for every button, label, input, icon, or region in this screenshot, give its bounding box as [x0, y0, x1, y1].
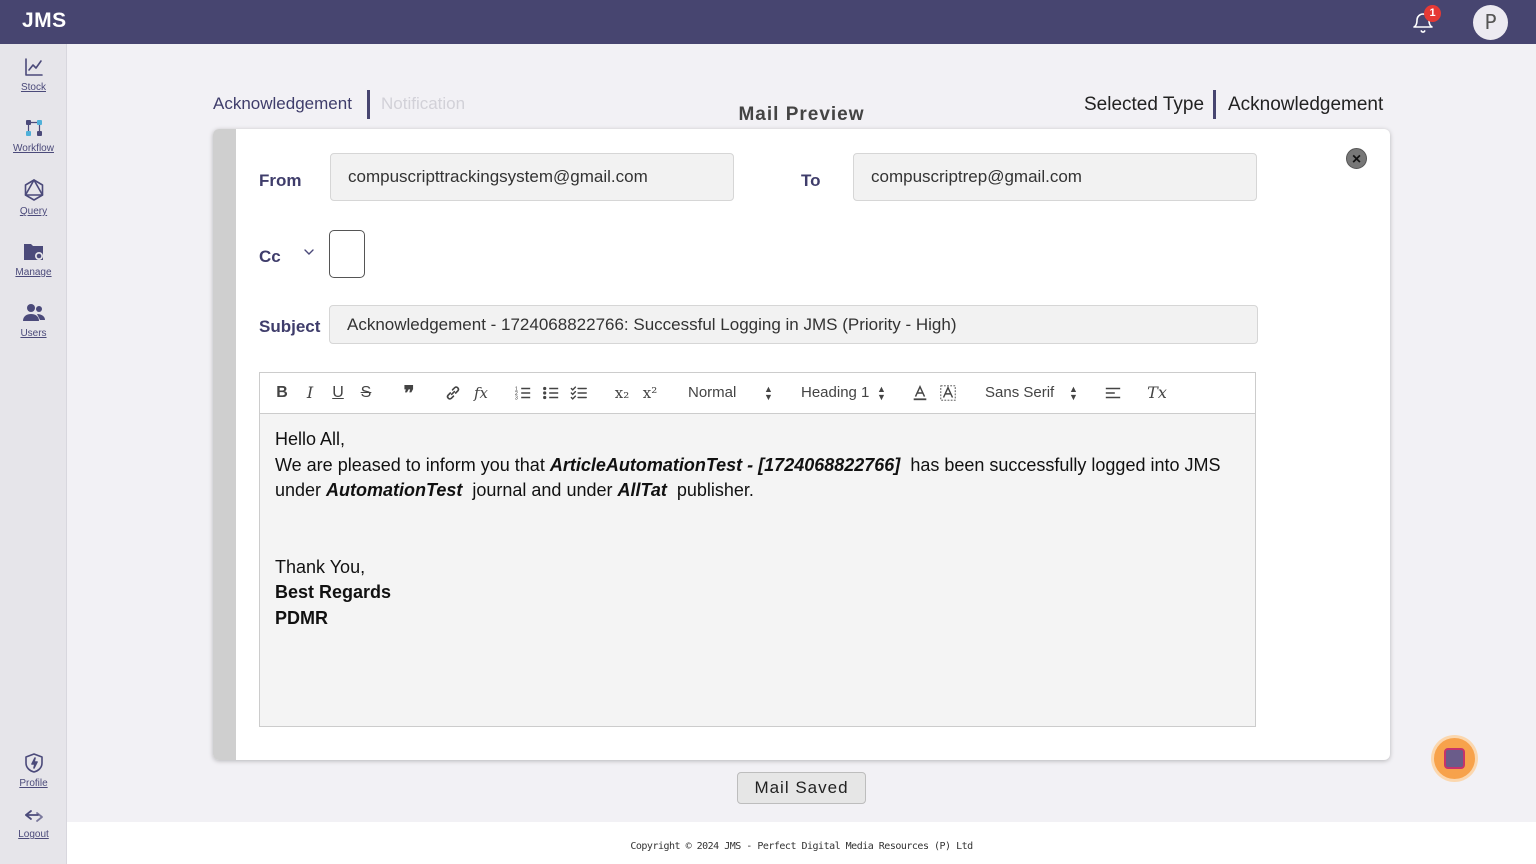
- body-thanks: Thank You,: [275, 556, 366, 577]
- font-select-value: Sans Serif: [985, 384, 1055, 401]
- select-arrows-icon: ▲ ▼: [764, 384, 773, 402]
- size-select-value: Normal: [688, 384, 737, 401]
- sidebar-item-workflow[interactable]: Workflow: [0, 117, 67, 154]
- body-signature: PDMR: [275, 607, 328, 628]
- sidebar-item-query[interactable]: Query: [0, 178, 67, 217]
- sidebar-item-label: Workflow: [13, 143, 54, 154]
- sidebar-item-manage[interactable]: Manage: [0, 241, 67, 278]
- selected-type-value: Acknowledgement: [1228, 94, 1384, 115]
- align-left-icon[interactable]: [1104, 383, 1122, 403]
- sidebar: Stock Workflow Query Manage Users Profil…: [0, 44, 67, 864]
- link-icon[interactable]: [444, 383, 462, 403]
- sidebar-item-label: Query: [19, 206, 48, 217]
- rich-text-editor: B I U S ❞ fx 1 2 3 x₂ x² Normal ▲ ▼ Head…: [259, 372, 1256, 727]
- tab-divider: [367, 90, 370, 119]
- body-paragraph: We are pleased to inform you that Articl…: [275, 453, 1240, 504]
- header-select-value: Heading 1: [801, 384, 870, 401]
- strike-button[interactable]: S: [358, 383, 374, 403]
- sidebar-item-label: Manage: [15, 267, 52, 278]
- subscript-button[interactable]: x₂: [612, 383, 632, 403]
- body-text: journal and under: [462, 480, 618, 500]
- header-select[interactable]: Heading 1 ▲ ▼: [801, 384, 887, 402]
- editor-toolbar: B I U S ❞ fx 1 2 3 x₂ x² Normal ▲ ▼ Head…: [260, 373, 1255, 414]
- article-name: ArticleAutomationTest - [1724068822766]: [549, 454, 901, 475]
- cc-input[interactable]: [329, 230, 365, 278]
- select-arrows-icon: ▲ ▼: [877, 384, 886, 402]
- underline-button[interactable]: U: [330, 383, 346, 403]
- blockquote-button[interactable]: ❞: [400, 383, 418, 403]
- formula-button[interactable]: fx: [471, 383, 491, 403]
- sidebar-item-label: Users: [20, 328, 47, 339]
- font-select[interactable]: Sans Serif ▲ ▼: [985, 384, 1078, 402]
- profile-shield-icon: [24, 753, 43, 773]
- record-icon: [1444, 748, 1465, 769]
- notification-badge: 1: [1424, 5, 1441, 22]
- sidebar-item-logout[interactable]: Logout: [0, 807, 67, 840]
- blank-lines: [275, 504, 1240, 555]
- publisher-name: AllTat: [617, 480, 667, 500]
- tab-acknowledgement[interactable]: Acknowledgement: [213, 94, 352, 114]
- card-accent-strip: [213, 129, 236, 760]
- sidebar-item-label: Profile: [19, 778, 48, 789]
- body-text: has been successfully logged into JMS: [900, 454, 1221, 475]
- subject-label: Subject: [259, 317, 321, 336]
- subject-field[interactable]: Acknowledgement - 1724068822766: Success…: [329, 305, 1258, 344]
- superscript-button[interactable]: x²: [640, 383, 660, 403]
- from-label: From: [259, 171, 302, 190]
- selected-type-label: Selected Type: [1084, 94, 1205, 115]
- body-text: publisher.: [666, 480, 754, 500]
- tab-notification[interactable]: Notification: [381, 94, 465, 114]
- select-arrows-icon: ▲ ▼: [1069, 384, 1078, 402]
- footer-copyright: Copyright © 2024 JMS - Perfect Digital M…: [67, 822, 1536, 864]
- italic-button[interactable]: I: [302, 383, 318, 403]
- mail-saved-button[interactable]: Mail Saved: [737, 772, 866, 804]
- cc-label: Cc: [259, 247, 281, 266]
- svg-text:3: 3: [515, 395, 518, 401]
- body-regards: Best Regards: [275, 582, 392, 602]
- body-greeting: Hello All,: [275, 429, 346, 449]
- sidebar-item-users[interactable]: Users: [0, 302, 67, 339]
- logout-icon: [24, 810, 43, 822]
- body-text: We are pleased to inform you that: [275, 454, 550, 475]
- ordered-list-icon[interactable]: 1 2 3: [514, 383, 532, 403]
- size-select[interactable]: Normal ▲ ▼: [688, 384, 774, 402]
- background-color-icon[interactable]: [939, 383, 957, 403]
- folder-gear-icon: [23, 244, 43, 260]
- floating-recorder-button[interactable]: [1434, 738, 1475, 779]
- text-color-icon[interactable]: [911, 383, 929, 403]
- clear-format-button[interactable]: Tx: [1147, 383, 1167, 403]
- chevron-down-icon[interactable]: [303, 247, 315, 257]
- top-bar: JMS 1 P: [0, 0, 1536, 44]
- journal-name: AutomationTest: [326, 480, 463, 500]
- sidebar-item-stock[interactable]: Stock: [0, 56, 67, 93]
- sidebar-item-profile[interactable]: Profile: [0, 752, 67, 789]
- sidebar-item-label: Logout: [18, 829, 49, 840]
- workflow-icon: [25, 120, 42, 136]
- selected-type-divider: [1213, 90, 1216, 119]
- query-icon: [24, 179, 43, 201]
- sidebar-item-label: Stock: [20, 82, 46, 93]
- avatar[interactable]: P: [1473, 5, 1508, 40]
- close-icon[interactable]: ×: [1346, 148, 1367, 169]
- checklist-icon[interactable]: [570, 383, 588, 403]
- chart-line-icon: [24, 58, 43, 76]
- to-label: To: [801, 171, 821, 190]
- to-field[interactable]: compuscriptrep@gmail.com: [853, 153, 1257, 201]
- bullet-list-icon[interactable]: [542, 383, 560, 403]
- from-field[interactable]: compuscripttrackingsystem@gmail.com: [330, 153, 734, 201]
- users-icon: [22, 304, 45, 321]
- bold-button[interactable]: B: [274, 383, 290, 403]
- app-logo[interactable]: JMS: [22, 9, 67, 33]
- editor-content[interactable]: Hello All, We are pleased to inform you …: [260, 414, 1255, 726]
- body-text: under: [275, 480, 327, 500]
